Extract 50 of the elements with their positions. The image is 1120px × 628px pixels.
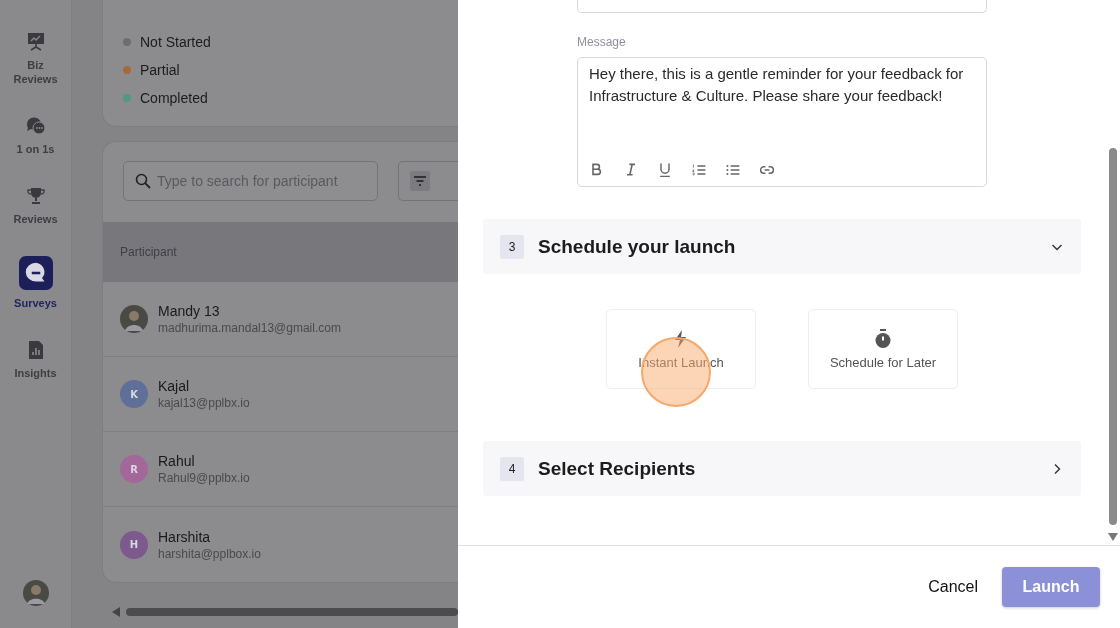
participant-email: harshita@pplbox.io bbox=[158, 546, 261, 561]
participant-email: madhurima.mandal13@gmail.com bbox=[158, 321, 341, 335]
scroll-down-icon[interactable] bbox=[1108, 533, 1118, 541]
initial-avatar: H bbox=[120, 530, 148, 559]
chat-icon bbox=[25, 116, 46, 136]
message-editor[interactable]: Hey there, this is a gentle reminder for your feedback for Infrastructure & Culture. Please share your feedback! bbox=[577, 57, 987, 187]
underline-icon[interactable] bbox=[657, 162, 673, 178]
cancel-button[interactable]: Cancel bbox=[924, 570, 982, 604]
table-row[interactable]: H Harshita harshita@pplbox.io bbox=[103, 507, 458, 582]
presentation-icon bbox=[25, 32, 46, 52]
participant-name: Harshita bbox=[158, 528, 212, 545]
participant-email: kajal13@pplbx.io bbox=[158, 396, 250, 410]
legend-label: Partial bbox=[140, 61, 180, 80]
table-row[interactable]: K Kajal kajal13@pplbx.io bbox=[103, 357, 458, 432]
participant-name: Mandy 13 bbox=[158, 303, 221, 319]
user-avatar[interactable] bbox=[22, 580, 49, 606]
scrollbar-thumb[interactable] bbox=[126, 608, 458, 616]
bullet-list-icon[interactable] bbox=[725, 162, 741, 178]
legend-label: Not Started bbox=[140, 33, 211, 52]
nav-item[interactable]: 1 on 1s bbox=[3, 116, 68, 156]
column-header: Participant bbox=[120, 245, 177, 259]
scrollbar-thumb[interactable] bbox=[1109, 148, 1117, 525]
scroll-left-icon[interactable] bbox=[112, 607, 120, 617]
stopwatch-icon bbox=[873, 328, 893, 349]
message-text: Hey there, this is a gentle reminder for your feedback for Infrastructure & Culture. Please share your feedback! bbox=[589, 64, 965, 106]
step-number: 3 bbox=[500, 234, 524, 259]
nav-item[interactable]: Surveys bbox=[3, 256, 68, 310]
nav-item[interactable]: Reviews bbox=[3, 186, 68, 226]
participant-email: Rahul9@pplbx.io bbox=[158, 471, 250, 485]
survey-icon bbox=[18, 256, 53, 290]
nav-item[interactable]: Insights bbox=[3, 340, 68, 380]
field-label: Message bbox=[577, 35, 627, 49]
user-avatar bbox=[120, 305, 148, 333]
initial-avatar: R bbox=[120, 455, 148, 483]
table-row[interactable]: Mandy 13 madhurima.mandal13@gmail.com bbox=[103, 282, 458, 357]
table-row[interactable]: R Rahul Rahul9@pplbx.io bbox=[103, 432, 458, 507]
input-field[interactable] bbox=[577, 0, 987, 13]
numbered-list-icon[interactable] bbox=[691, 162, 707, 178]
participant-name: Rahul bbox=[158, 453, 196, 469]
launch-option[interactable]: Schedule for Later bbox=[808, 309, 958, 389]
nav-item[interactable]: Biz Reviews bbox=[3, 32, 68, 86]
trophy-icon bbox=[25, 186, 46, 206]
search-icon bbox=[135, 173, 151, 189]
section-header[interactable]: 4 Select Recipients bbox=[483, 441, 1081, 496]
legend-label: Completed bbox=[140, 89, 208, 108]
step-number: 4 bbox=[500, 456, 524, 481]
initial-avatar: K bbox=[120, 380, 148, 408]
section-header[interactable]: 3 Schedule your launch bbox=[483, 219, 1081, 274]
filter-icon bbox=[410, 171, 430, 191]
participant-name: Kajal bbox=[158, 378, 191, 394]
